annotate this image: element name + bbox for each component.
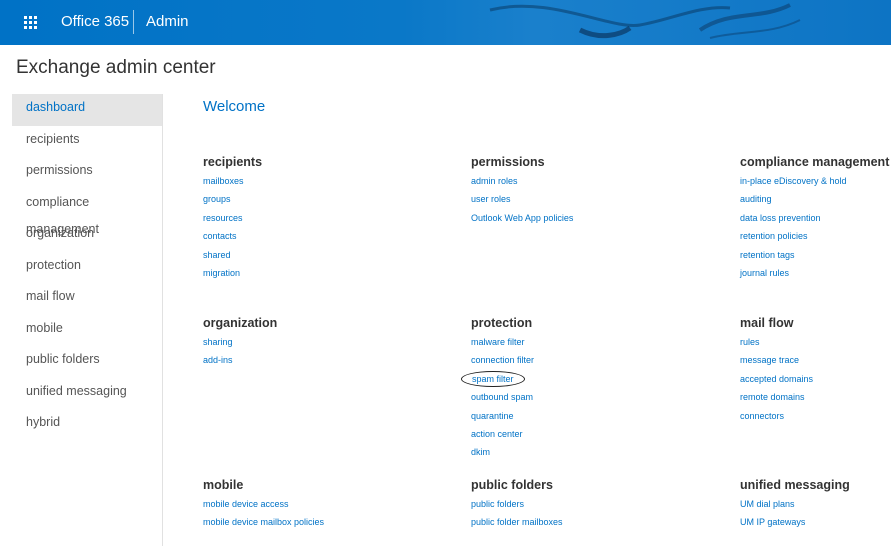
section-title: public folders xyxy=(471,478,553,492)
link-owa-policies[interactable]: Outlook Web App policies xyxy=(471,209,573,227)
top-bar: Office 365 Admin xyxy=(0,0,891,45)
sidebar-item-mobile[interactable]: mobile xyxy=(12,315,162,347)
sidebar-item-protection[interactable]: protection xyxy=(12,252,162,284)
sidebar-item-dashboard[interactable]: dashboard xyxy=(12,94,162,126)
page-title: Exchange admin center xyxy=(16,57,216,78)
link-public-folder-mailboxes[interactable]: public folder mailboxes xyxy=(471,513,563,531)
link-mobile-mailbox-policies[interactable]: mobile device mailbox policies xyxy=(203,513,324,531)
link-admin-roles[interactable]: admin roles xyxy=(471,172,573,190)
link-groups[interactable]: groups xyxy=(203,190,262,208)
link-resources[interactable]: resources xyxy=(203,209,262,227)
link-public-folders[interactable]: public folders xyxy=(471,495,563,513)
link-spam-filter[interactable]: spam filter xyxy=(461,370,534,388)
section-permissions: permissions admin roles user roles Outlo… xyxy=(471,155,573,227)
sidebar-item-unified-messaging[interactable]: unified messaging xyxy=(12,378,162,410)
header-decoration xyxy=(489,3,801,39)
link-ediscovery[interactable]: in-place eDiscovery & hold xyxy=(740,172,889,190)
section-public-folders: public folders public folders public fol… xyxy=(471,478,563,532)
section-title: mail flow xyxy=(740,316,794,330)
link-connection-filter[interactable]: connection filter xyxy=(471,351,534,369)
brand-label[interactable]: Office 365 xyxy=(61,13,129,30)
link-dlp[interactable]: data loss prevention xyxy=(740,209,889,227)
section-title: permissions xyxy=(471,155,545,169)
section-unified-messaging: unified messaging UM dial plans UM IP ga… xyxy=(740,478,850,532)
section-mail-flow: mail flow rules message trace accepted d… xyxy=(740,316,813,425)
section-compliance-management: compliance management in-place eDiscover… xyxy=(740,155,889,282)
link-accepted-domains[interactable]: accepted domains xyxy=(740,370,813,388)
link-add-ins[interactable]: add-ins xyxy=(203,351,277,369)
link-outbound-spam[interactable]: outbound spam xyxy=(471,388,534,406)
link-malware-filter[interactable]: malware filter xyxy=(471,333,534,351)
sidebar: dashboard recipients permissions complia… xyxy=(12,94,163,546)
link-rules[interactable]: rules xyxy=(740,333,813,351)
link-um-dial-plans[interactable]: UM dial plans xyxy=(740,495,850,513)
link-retention-policies[interactable]: retention policies xyxy=(740,227,889,245)
section-title: organization xyxy=(203,316,278,330)
section-title: recipients xyxy=(203,155,263,169)
section-title: mobile xyxy=(203,478,244,492)
admin-label[interactable]: Admin xyxy=(146,13,189,30)
link-mobile-device-access[interactable]: mobile device access xyxy=(203,495,324,513)
sidebar-item-recipients[interactable]: recipients xyxy=(12,126,162,158)
sidebar-item-compliance-management[interactable]: compliance management xyxy=(12,189,162,236)
link-auditing[interactable]: auditing xyxy=(740,190,889,208)
sidebar-item-organization[interactable]: organization xyxy=(12,220,162,252)
sidebar-item-permissions[interactable]: permissions xyxy=(12,157,162,189)
section-title: compliance management xyxy=(740,155,890,169)
app-launcher-button[interactable] xyxy=(0,0,70,45)
sidebar-item-hybrid[interactable]: hybrid xyxy=(12,409,162,441)
welcome-heading: Welcome xyxy=(203,98,266,115)
section-title: protection xyxy=(471,316,533,330)
link-quarantine[interactable]: quarantine xyxy=(471,407,534,425)
link-contacts[interactable]: contacts xyxy=(203,227,262,245)
link-retention-tags[interactable]: retention tags xyxy=(740,246,889,264)
link-mailboxes[interactable]: mailboxes xyxy=(203,172,262,190)
sidebar-item-mail-flow[interactable]: mail flow xyxy=(12,283,162,315)
section-organization: organization sharing add-ins xyxy=(203,316,277,370)
link-migration[interactable]: migration xyxy=(203,264,262,282)
link-connectors[interactable]: connectors xyxy=(740,407,813,425)
link-dkim[interactable]: dkim xyxy=(471,443,534,461)
link-user-roles[interactable]: user roles xyxy=(471,190,573,208)
section-title: unified messaging xyxy=(740,478,850,492)
link-um-ip-gateways[interactable]: UM IP gateways xyxy=(740,513,850,531)
link-sharing[interactable]: sharing xyxy=(203,333,277,351)
spam-filter-circled[interactable]: spam filter xyxy=(461,370,525,387)
link-message-trace[interactable]: message trace xyxy=(740,351,813,369)
section-recipients: recipients mailboxes groups resources co… xyxy=(203,155,262,282)
header-divider xyxy=(133,10,134,34)
section-mobile: mobile mobile device access mobile devic… xyxy=(203,478,324,532)
link-shared[interactable]: shared xyxy=(203,246,262,264)
link-journal-rules[interactable]: journal rules xyxy=(740,264,889,282)
section-protection: protection malware filter connection fil… xyxy=(461,316,534,462)
link-remote-domains[interactable]: remote domains xyxy=(740,388,813,406)
link-action-center[interactable]: action center xyxy=(471,425,534,443)
sidebar-item-public-folders[interactable]: public folders xyxy=(12,346,162,378)
waffle-icon xyxy=(23,16,37,29)
